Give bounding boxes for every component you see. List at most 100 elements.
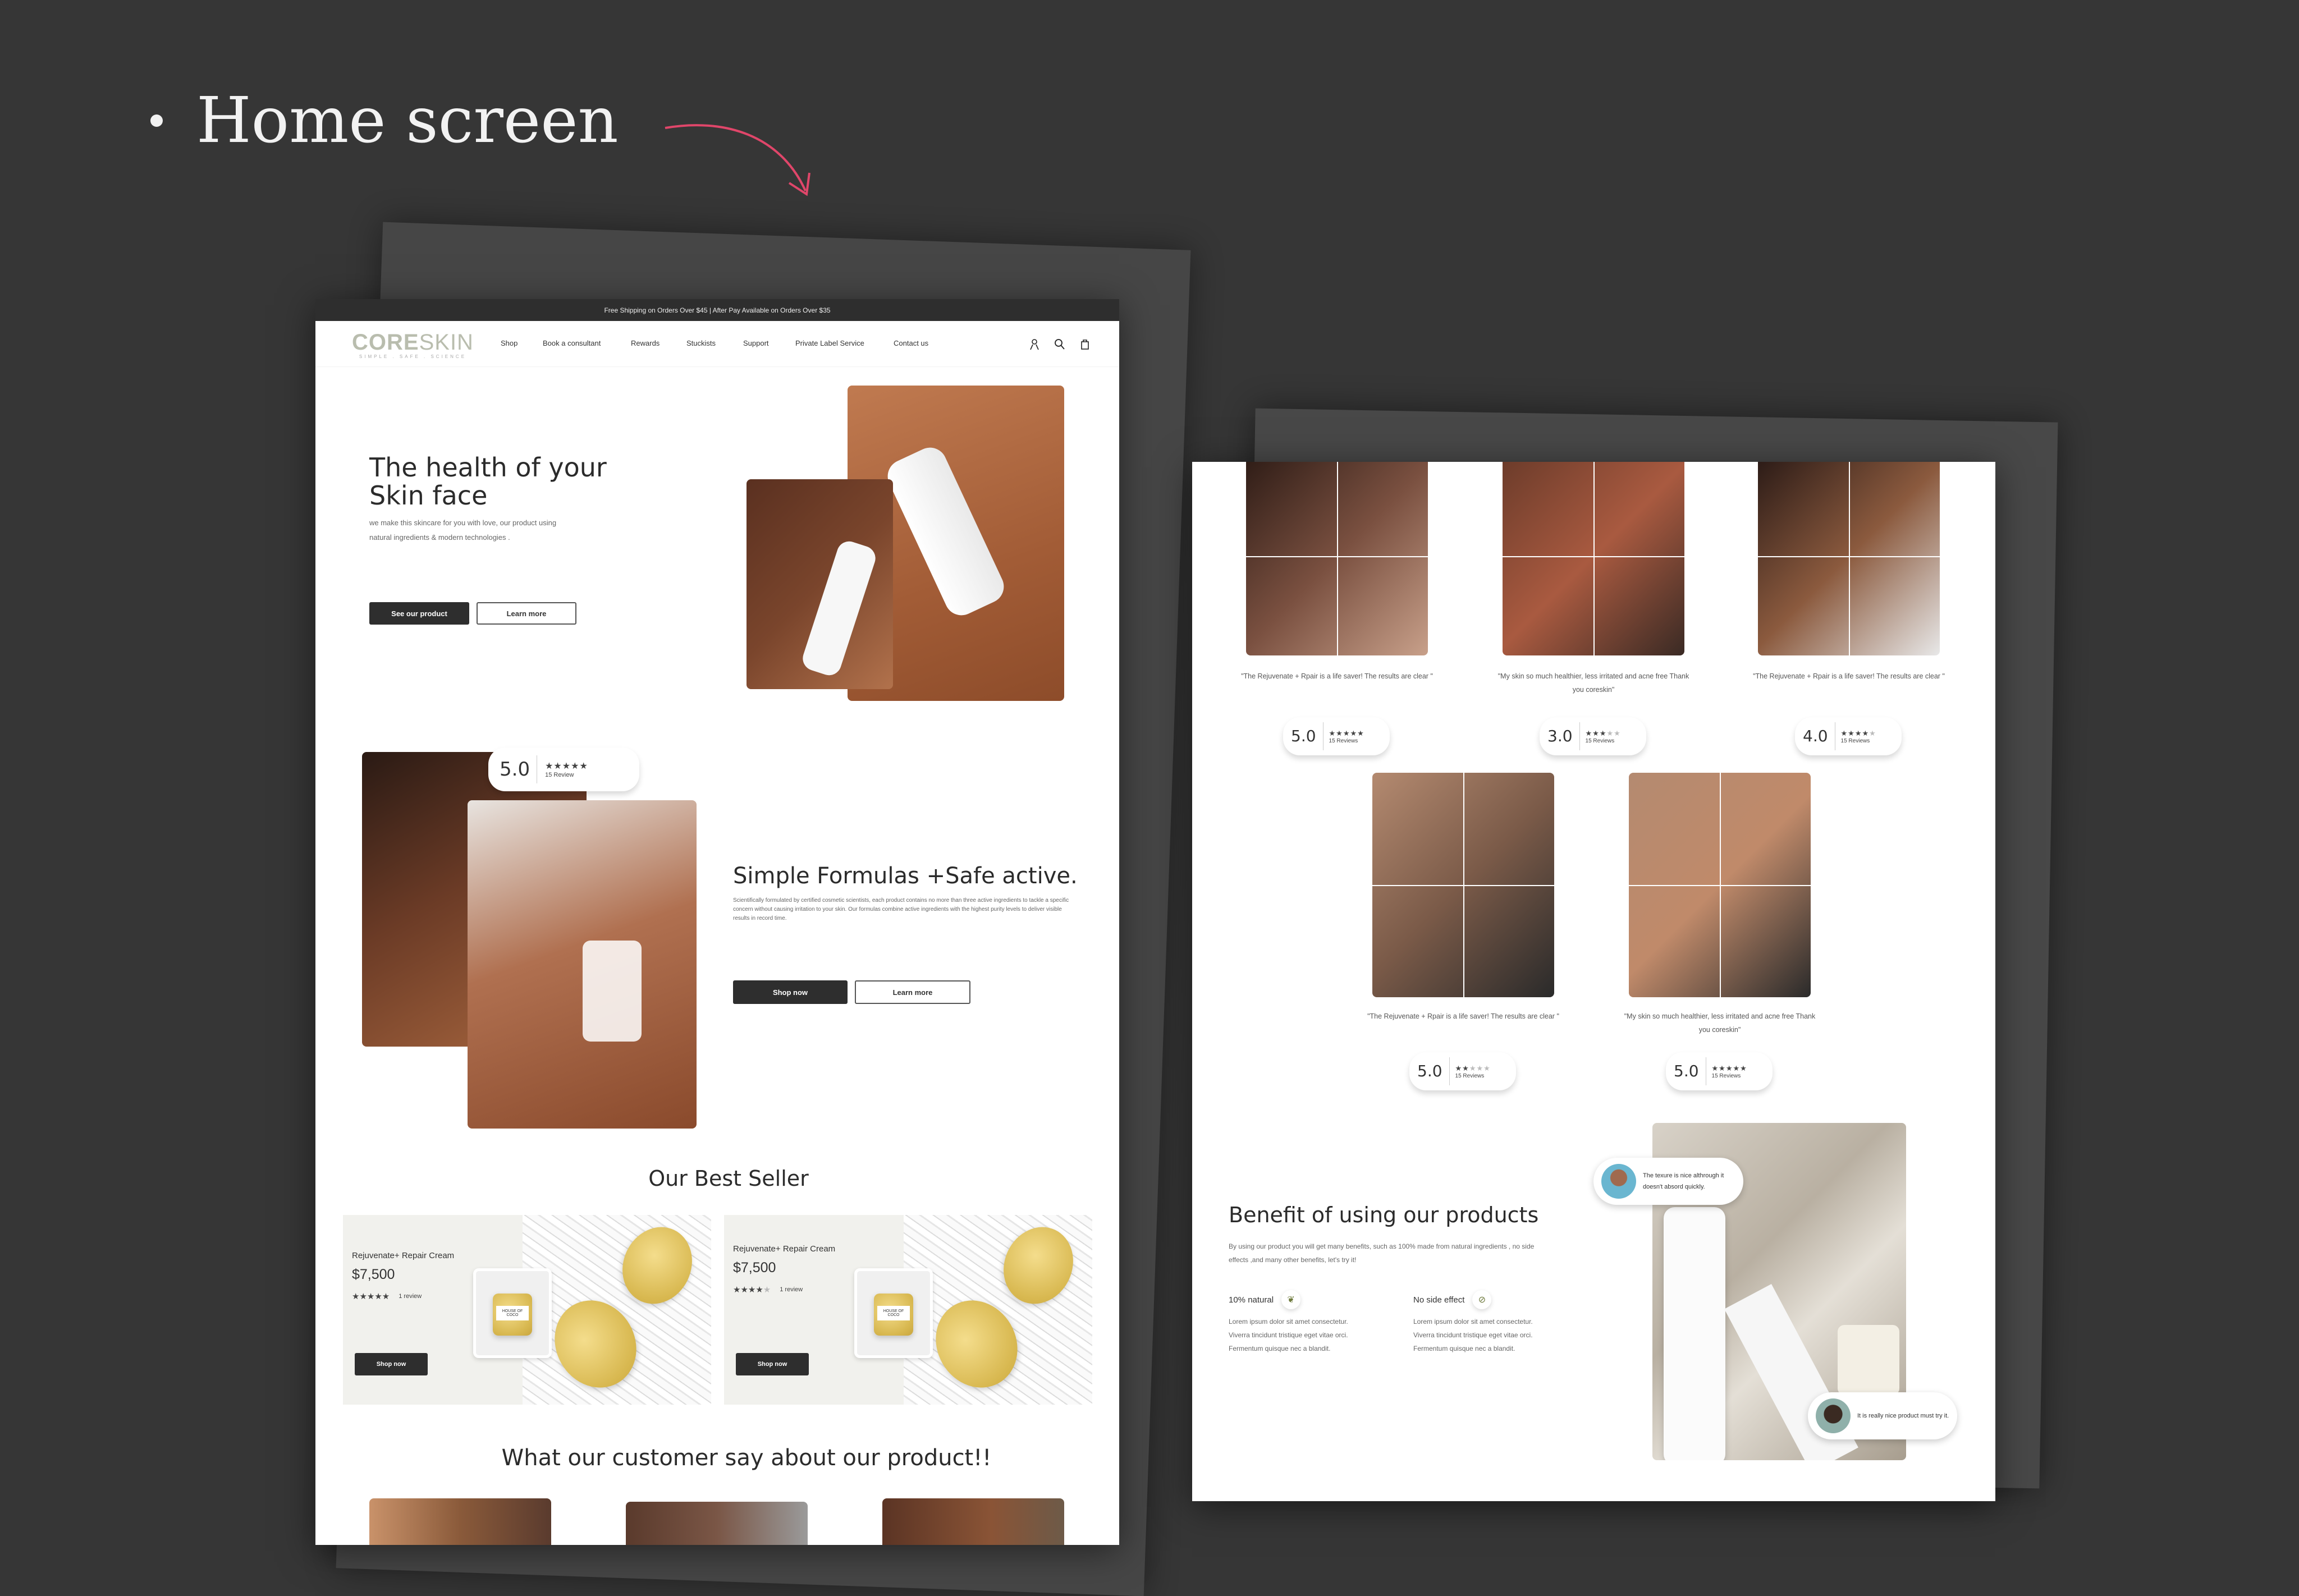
bottle-icon: [882, 442, 1010, 621]
nav-book-consultant[interactable]: Book a consultant: [543, 339, 601, 347]
before-after-photo: [1758, 462, 1940, 655]
hero-subtitle: we make this skincare for you with love,…: [369, 519, 557, 542]
jar-icon: [991, 1216, 1086, 1315]
bag-icon[interactable]: [1079, 338, 1091, 350]
rating-badge: 3.0 ★★★★★ 15 Reviews: [1540, 717, 1646, 755]
feature-title: 10% natural: [1229, 1295, 1274, 1305]
star-rating: ★★★★★: [1329, 728, 1364, 737]
serum-bottle-icon: [583, 941, 642, 1042]
review-quote: "My skin so much healthier, less irritat…: [1497, 672, 1689, 694]
slide-title: Home screen: [150, 84, 619, 157]
nav-private-label[interactable]: Private Label Service: [795, 339, 864, 347]
review-bubble: It is really nice product must try it.: [1808, 1392, 1957, 1439]
formulas-title: Simple Formulas +Safe active.: [733, 863, 1078, 889]
star-rating: ★★★★★: [733, 1285, 771, 1295]
review-count: 1 review: [780, 1286, 803, 1293]
jar-label: HOUSE OF COCO: [496, 1306, 529, 1320]
review-bubble: The texure is nice althrough it doesn't …: [1593, 1158, 1743, 1205]
best-seller-title: Our Best Seller: [648, 1166, 809, 1191]
cream-jar-icon: [1838, 1325, 1899, 1395]
star-rating: ★★★★★: [1711, 1063, 1747, 1072]
avatar: [1816, 1398, 1851, 1433]
before-after-photo: [1372, 773, 1554, 997]
testimonial-photo: [882, 1498, 1064, 1545]
product-card[interactable]: HOUSE OF COCO Rejuvenate+ Repair Cream $…: [343, 1215, 711, 1405]
product-name: Rejuvenate+ Repair Cream: [733, 1244, 836, 1254]
nav-shop[interactable]: Shop: [501, 339, 517, 347]
learn-more-button[interactable]: Learn more: [477, 602, 576, 625]
learn-more-button[interactable]: Learn more: [855, 980, 970, 1004]
star-rating: ★★★★★: [1585, 728, 1621, 737]
rating-badge: 5.0 ★★★★★ 15 Review: [488, 747, 639, 791]
rating-badge: 5.0 ★★★★★ 15 Reviews: [1409, 1052, 1516, 1090]
product-thumbnail[interactable]: HOUSE OF COCO: [473, 1268, 552, 1358]
see-product-button[interactable]: See our product: [369, 602, 469, 625]
product-price: $7,500: [733, 1260, 776, 1276]
feature-text: Lorem ipsum dolor sit amet consectetur. …: [1413, 1318, 1533, 1352]
star-rating: ★★★★★: [1840, 728, 1876, 737]
before-after-photo: [1629, 773, 1811, 997]
rating-value: 5.0: [1674, 1057, 1706, 1085]
review-count: 15 Reviews: [1585, 737, 1615, 744]
no-sign-icon: ⊘: [1472, 1290, 1492, 1309]
jar-icon: [539, 1285, 652, 1403]
rating-badge: 4.0 ★★★★★ 15 Reviews: [1795, 717, 1902, 755]
review-quote: "The Rejuvenate + Rpair is a life saver!…: [1241, 672, 1433, 680]
bubble-text: It is really nice product must try it.: [1857, 1412, 1949, 1419]
user-icon[interactable]: [1028, 338, 1041, 350]
feature-text: Lorem ipsum dolor sit amet consectetur. …: [1229, 1318, 1348, 1352]
review-count: 15 Reviews: [1329, 737, 1358, 744]
nav-stuckists[interactable]: Stuckists: [686, 339, 716, 347]
star-rating: ★★★★★: [352, 1292, 390, 1301]
jar-label: HOUSE OF COCO: [877, 1306, 910, 1320]
shop-now-button[interactable]: Shop now: [733, 980, 848, 1004]
rating-value: 5.0: [1291, 722, 1323, 750]
arrow-icon: [665, 124, 810, 196]
product-price: $7,500: [352, 1267, 395, 1282]
product-thumbnail[interactable]: HOUSE OF COCO: [854, 1268, 933, 1358]
jar-icon: [610, 1216, 704, 1315]
before-after-photo: [1503, 462, 1684, 655]
testimonials-title: What our customer say about our product!…: [501, 1445, 992, 1471]
hero-image-model: [747, 479, 893, 689]
home-page: Free Shipping on Orders Over $45 | After…: [315, 299, 1119, 1545]
hero-title: The health of your Skin face: [369, 452, 607, 511]
review-count: 1 review: [399, 1293, 422, 1300]
bubble-text: The texure is nice althrough it doesn't …: [1643, 1172, 1724, 1190]
testimonial-photo: [369, 1498, 551, 1545]
logo[interactable]: CORESKIN SIMPLE . SAFE . SCIENCE: [352, 331, 474, 360]
sprout-icon: ❦: [1281, 1290, 1301, 1309]
review-count: 15 Reviews: [1711, 1072, 1741, 1079]
product-card[interactable]: HOUSE OF COCO Rejuvenate+ Repair Cream $…: [724, 1215, 1092, 1405]
nav-rewards[interactable]: Rewards: [631, 339, 660, 347]
rating-value: 3.0: [1547, 722, 1580, 750]
bullet-icon: [150, 114, 163, 127]
testimonial-photo: [626, 1502, 808, 1545]
review-count: 15 Reviews: [1455, 1072, 1485, 1079]
feature-natural: 10% natural ❦ Lorem ipsum dolor sit amet …: [1229, 1290, 1375, 1355]
shop-now-button[interactable]: Shop now: [355, 1353, 428, 1375]
rating-badge: 5.0 ★★★★★ 15 Reviews: [1666, 1052, 1773, 1090]
review-count: 15 Reviews: [1840, 737, 1870, 744]
rating-value: 5.0: [500, 755, 538, 783]
star-rating: ★★★★★: [1455, 1063, 1491, 1072]
review-count: 15 Review: [545, 772, 574, 778]
navbar: CORESKIN SIMPLE . SAFE . SCIENCE Shop Boo…: [315, 321, 1119, 367]
review-quote: "The Rejuvenate + Rpair is a life saver!…: [1367, 1012, 1559, 1020]
bottle-icon: [799, 538, 879, 678]
benefit-body: By using our product you will get many b…: [1229, 1242, 1535, 1264]
avatar: [1601, 1164, 1636, 1199]
star-rating: ★★★★★: [545, 762, 588, 771]
serum-image: [468, 800, 697, 1129]
feature-no-side-effect: No side effect ⊘ Lorem ipsum dolor sit am…: [1413, 1290, 1559, 1355]
shop-now-button[interactable]: Shop now: [736, 1353, 809, 1375]
rating-value: 4.0: [1803, 722, 1835, 750]
nav-support[interactable]: Support: [743, 339, 769, 347]
jar-icon: [920, 1285, 1033, 1403]
cleanser-bottle-icon: [1664, 1207, 1725, 1460]
benefit-title: Benefit of using our products: [1229, 1203, 1539, 1227]
search-icon[interactable]: [1054, 338, 1066, 350]
nav-contact[interactable]: Contact us: [894, 339, 928, 347]
before-after-photo: [1246, 462, 1428, 655]
slide-title-text: Home screen: [196, 84, 619, 157]
